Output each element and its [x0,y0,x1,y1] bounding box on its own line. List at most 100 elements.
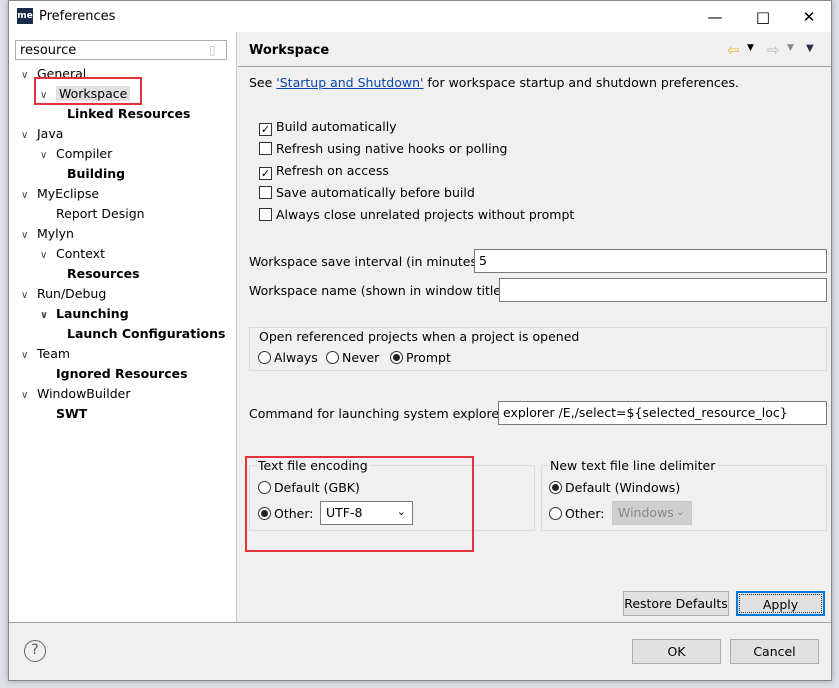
tree-item[interactable]: ∨ Run/Debug [21,284,106,304]
checkbox-label: Save automatically before build [276,185,475,200]
tree-item[interactable]: SWT [40,404,87,424]
tree-item[interactable]: ∨ MyEclipse [21,184,99,204]
page-title: Workspace [249,43,330,58]
forward-menu-icon[interactable]: ▼ [787,43,794,53]
workspace-name-input[interactable] [499,278,827,302]
chevron-down-icon[interactable]: ∨ [21,226,37,246]
tree-item[interactable]: ∨ Mylyn [21,224,74,244]
tree-item[interactable]: ∨ Java [21,124,63,144]
checkbox-label: Always close unrelated projects without … [276,207,575,222]
checkbox-icon[interactable] [259,208,272,221]
tree-item-label: Context [56,246,105,261]
tree-item-label: Report Design [56,206,145,221]
header-separator [238,66,831,67]
tree-item-label: Launch Configurations [67,326,226,341]
chevron-down-icon[interactable]: ∨ [40,306,56,326]
window-title: Preferences [39,9,116,24]
startup-shutdown-link[interactable]: 'Startup and Shutdown' [276,75,423,90]
tree-item[interactable]: ∨ Team [21,344,70,364]
tree-item-label: Compiler [56,146,113,161]
help-icon[interactable]: ? [24,640,46,662]
checkbox-icon[interactable] [259,142,272,155]
footer-separator [9,622,831,623]
filter-input[interactable] [15,40,227,60]
tree-item-label: SWT [56,406,88,421]
intro-prefix: See [249,75,277,90]
checkbox-2[interactable]: ✓ Refresh on access [259,162,389,180]
tree-item-label: WindowBuilder [37,386,131,401]
tree-item[interactable]: Building [59,164,125,184]
delimiter-select: Windows ⌄ [612,501,692,525]
explorer-command-label: Command for launching system explorer: [249,406,509,421]
tree-item[interactable]: ∨ Context [40,244,105,264]
checkbox-icon[interactable] [259,186,272,199]
tree-item-label: Ignored Resources [56,366,188,381]
checkbox-label: Build automatically [276,119,397,134]
tree-item[interactable]: Report Design [40,204,145,224]
delimiter-other-radio[interactable]: Other: [549,505,604,523]
tree-item-label: Launching [56,306,129,321]
radio-always[interactable]: Always [258,349,318,367]
view-menu-icon[interactable]: ▼ [806,43,814,54]
checkbox-4[interactable]: Always close unrelated projects without … [259,206,574,224]
workspace-name-label: Workspace name (shown in window title): [249,283,511,298]
tree-item[interactable]: ∨ Compiler [40,144,112,164]
save-interval-label: Workspace save interval (in minutes): [249,254,487,269]
preference-tree-panel: ▯ ∨General∨WorkspaceLinked Resources∨Jav… [9,32,237,622]
tree-item[interactable]: Linked Resources [59,104,190,124]
tree-item-label: Run/Debug [37,286,107,301]
chevron-down-icon[interactable]: ∨ [21,186,37,206]
checkbox-label: Refresh using native hooks or polling [276,141,508,156]
save-interval-input[interactable]: 5 [474,249,827,273]
tree-item-label: MyEclipse [37,186,100,201]
tree-item-label: Team [37,346,71,361]
cancel-button[interactable]: Cancel [730,639,819,664]
forward-arrow-icon[interactable]: ⇨ [767,41,780,59]
chevron-down-icon[interactable]: ∨ [21,386,37,406]
delimiter-default-radio[interactable]: Default (Windows) [549,479,680,497]
tree-item-label: Mylyn [37,226,74,241]
tree-item-label: Java [37,126,64,141]
line-delimiter-label: New text file line delimiter [548,458,718,473]
radio-never[interactable]: Never [326,349,379,367]
checkbox-1[interactable]: Refresh using native hooks or polling [259,140,508,158]
back-arrow-icon[interactable]: ⇦ [727,41,740,59]
intro-text: See 'Startup and Shutdown' for workspace… [249,75,739,90]
chevron-down-icon[interactable]: ∨ [21,346,37,366]
tree-item[interactable]: ∨ Launching [40,304,129,324]
back-menu-icon[interactable]: ▼ [747,43,754,53]
preferences-dialog: me Preferences — □ ✕ ▯ ∨General∨Workspac… [8,0,832,681]
restore-defaults-button[interactable]: Restore Defaults [623,591,729,616]
checkbox-0[interactable]: ✓ Build automatically [259,118,397,136]
chevron-down-icon[interactable]: ∨ [40,146,56,166]
tree-item[interactable]: ∨ WindowBuilder [21,384,131,404]
tree-item[interactable]: Resources [59,264,140,284]
chevron-down-icon[interactable]: ∨ [21,286,37,306]
chevron-down-icon[interactable]: ∨ [21,126,37,146]
tree-item-label: Building [67,166,126,181]
chevron-down-icon[interactable]: ∨ [40,246,56,266]
close-icon[interactable]: ✕ [789,5,829,29]
maximize-icon[interactable]: □ [743,5,783,29]
checkbox-icon[interactable]: ✓ [259,123,272,136]
ok-button[interactable]: OK [632,639,721,664]
checkbox-icon[interactable]: ✓ [259,167,272,180]
encoding-highlight-box [245,456,474,552]
title-bar: me Preferences — □ ✕ [9,1,831,32]
tree-item-label: Resources [67,266,140,281]
explorer-command-input[interactable]: explorer /E,/select=${selected_resource_… [498,401,827,425]
eraser-icon[interactable]: ▯ [209,43,216,57]
minimize-icon[interactable]: — [695,5,735,29]
tree-item-label: Linked Resources [67,106,191,121]
tree-item[interactable]: Launch Configurations [59,324,225,344]
checkbox-label: Refresh on access [276,163,389,178]
intro-suffix: for workspace startup and shutdown prefe… [423,75,739,90]
chevron-down-icon: ⌄ [675,505,685,518]
checkbox-3[interactable]: Save automatically before build [259,184,475,202]
highlight-box [34,77,142,105]
app-logo: me [17,8,33,24]
tree-item[interactable]: Ignored Resources [40,364,188,384]
apply-button[interactable]: Apply [736,591,825,616]
open-referenced-label: Open referenced projects when a project … [259,329,580,344]
radio-prompt[interactable]: Prompt [390,349,451,367]
